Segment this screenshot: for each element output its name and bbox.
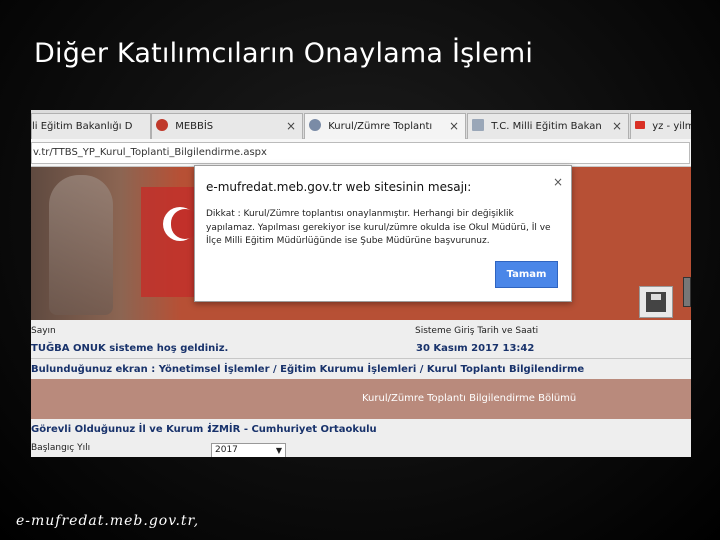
mebbis-favicon-icon [156, 119, 168, 131]
tab-mebbis[interactable]: MEBBİS × [151, 113, 303, 139]
start-year-select[interactable]: 2017 ▼ [211, 443, 286, 457]
greeting-label: Sayın [31, 326, 56, 336]
dropdown-arrow-icon: ▼ [275, 446, 282, 455]
document-favicon-icon [472, 119, 484, 131]
close-icon[interactable]: × [449, 114, 459, 139]
dialog-title: e-mufredat.meb.gov.tr web sitesinin mesa… [206, 180, 472, 194]
gmail-icon [635, 121, 645, 129]
address-bar: v.tr/TTBS_YP_Kurul_Toplanti_Bilgilendirm… [31, 139, 691, 167]
dialog-message: Dikkat : Kurul/Zümre toplantısı onaylanm… [206, 209, 551, 246]
tab-label: Kurul/Zümre Toplantı [328, 121, 433, 132]
duty-label: Görevli Olduğunuz İl ve Kurum : [31, 424, 211, 435]
close-icon[interactable]: × [553, 175, 563, 189]
tab-label: li Eğitim Bakanlığı D [32, 121, 133, 132]
close-icon[interactable]: × [612, 114, 622, 139]
close-icon[interactable]: × [286, 114, 296, 139]
start-year-label: Başlangıç Yılı [31, 443, 91, 453]
slide-title: Diğer Katılımcıların Onaylama İşlemi [34, 38, 534, 69]
tab-tc-meb[interactable]: T.C. Milli Eğitim Bakan × [467, 113, 629, 139]
browser-tabbar: li Eğitim Bakanlığı D MEBBİS × Kurul/Züm… [31, 110, 691, 139]
breadcrumb: Bulunduğunuz ekran : Yönetimsel İşlemler… [31, 364, 585, 375]
duty-value: İZMİR - Cumhuriyet Ortaokulu [208, 424, 377, 435]
browser-screenshot: li Eğitim Bakanlığı D MEBBİS × Kurul/Züm… [31, 110, 691, 457]
tab-kurul-toplanti[interactable]: Kurul/Zümre Toplantı × [304, 113, 466, 139]
tab-meb-home[interactable]: li Eğitim Bakanlığı D [31, 113, 151, 139]
tab-label: MEBBİS [175, 121, 214, 132]
tab-gmail[interactable]: yz - yilm [630, 113, 691, 139]
scroll-handle[interactable] [683, 277, 691, 307]
tab-label: yz - yilm [652, 121, 691, 132]
user-greeting: TUĞBA ONUK sisteme hoş geldiniz. [31, 343, 229, 354]
login-time: 30 Kasım 2017 13:42 [416, 343, 535, 354]
section-title: Kurul/Zümre Toplantı Bilgilendirme Bölüm… [362, 393, 577, 404]
url-input[interactable]: v.tr/TTBS_YP_Kurul_Toplanti_Bilgilendirm… [31, 142, 690, 164]
save-icon[interactable] [639, 286, 673, 318]
slide-footer: e-mufredat.meb.gov.tr, [16, 513, 200, 529]
login-time-label: Sisteme Giriş Tarih ve Saati [415, 326, 539, 336]
alert-dialog: e-mufredat.meb.gov.tr web sitesinin mesa… [194, 165, 572, 302]
tab-label: T.C. Milli Eğitim Bakan [491, 121, 602, 132]
ok-button[interactable]: Tamam [495, 261, 558, 288]
page-favicon-icon [309, 119, 321, 131]
start-year-value: 2017 [215, 445, 238, 455]
portrait-image [49, 175, 113, 315]
section-header: Kurul/Zümre Toplantı Bilgilendirme Bölüm… [31, 379, 691, 419]
divider [31, 358, 691, 359]
